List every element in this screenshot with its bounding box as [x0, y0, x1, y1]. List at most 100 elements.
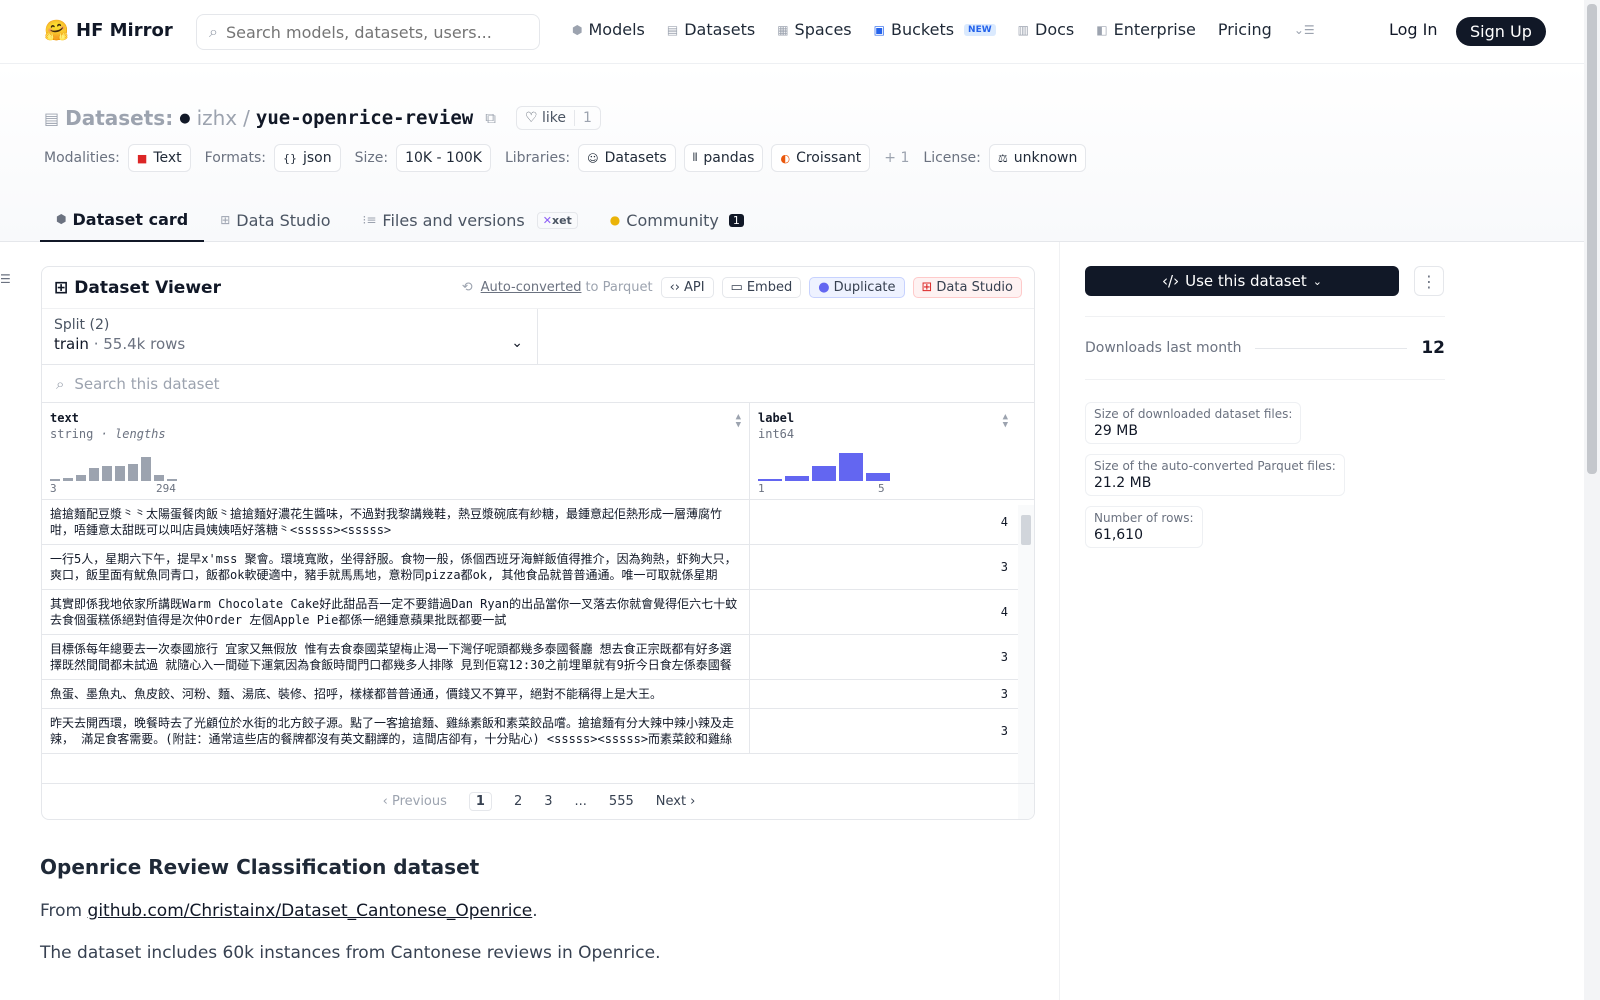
embed-button[interactable]: ▭ Embed — [721, 277, 802, 298]
duplicate-icon: ● — [818, 280, 830, 295]
table-row[interactable]: 魚蛋、墨魚丸、魚皮餃、河粉、麵、湯底、裝修、招呼，樣樣都普普通通，價錢又不算平，… — [42, 680, 1034, 709]
brand[interactable]: 🤗 HF Mirror — [44, 18, 173, 42]
tag-library-pandas[interactable]: ⫴ pandas — [683, 144, 764, 172]
page-3[interactable]: 3 — [544, 794, 552, 809]
split-dot: · — [93, 335, 99, 353]
cell-text[interactable]: 魚蛋、墨魚丸、魚皮餃、河粉、麵、湯底、裝修、招呼，樣樣都普普通通，價錢又不算平，… — [42, 680, 750, 708]
nav-enterprise[interactable]: ◧ Enterprise — [1096, 20, 1196, 39]
histogram-bar — [76, 475, 86, 481]
tag-library-datasets[interactable]: ☺ Datasets — [578, 144, 676, 172]
cell-text[interactable]: 一行5人，星期六下午，提早x'mss 聚會。環境寬敞，坐得舒服。食物一般，係個西… — [42, 545, 750, 589]
api-button[interactable]: ‹› API — [660, 277, 714, 298]
more-libraries[interactable]: + 1 — [884, 150, 909, 166]
cell-label[interactable]: 3 — [750, 680, 1016, 708]
sort-icon[interactable]: ▲ ▼ — [1003, 413, 1008, 430]
more-options-button[interactable]: ⋮ — [1414, 266, 1444, 296]
repo-owner[interactable]: izhx — [197, 106, 238, 130]
tag-format[interactable]: {} json — [274, 144, 341, 172]
auto-converted-link[interactable]: Auto-converted — [481, 280, 582, 295]
search-input[interactable] — [225, 22, 526, 42]
viewer-title-text: Dataset Viewer — [74, 277, 221, 298]
tab-label: Community — [626, 210, 719, 230]
page-scrollbar[interactable] — [1584, 0, 1600, 1000]
tag-size[interactable]: 10K - 100K — [396, 144, 491, 172]
balance-icon: ⚖ — [997, 151, 1008, 165]
column-header-text[interactable]: text string · lengths ▲ ▼ 3 294 — [42, 403, 750, 499]
nav-docs[interactable]: ▥ Docs — [1018, 20, 1075, 39]
table-row[interactable]: 一行5人，星期六下午，提早x'mss 聚會。環境寬敞，坐得舒服。食物一般，係個西… — [42, 545, 1034, 590]
copy-icon[interactable]: ⧉ — [485, 109, 496, 127]
source-link[interactable]: github.com/Christainx/Dataset_Cantonese_… — [88, 901, 533, 921]
nav-datasets[interactable]: ▤ Datasets — [667, 20, 755, 39]
cell-text[interactable]: 搶搶麵配豆漿⺀⺀太陽蛋餐肉飯⺀搶搶麵好濃花生醬味，不過對我黎講幾鞋，熱豆漿碗底有… — [42, 500, 750, 544]
duplicate-button[interactable]: ● Duplicate — [809, 277, 905, 298]
repo-header: ▤ Datasets: ● izhx / yue-openrice-review… — [0, 64, 1600, 242]
tag-modality[interactable]: ■ Text — [127, 144, 191, 172]
pagination: ‹ Previous 1 2 3 ... 555 Next › — [42, 783, 1034, 819]
tab-community[interactable]: ● Community 1 — [594, 198, 760, 242]
previous-label: Previous — [391, 794, 447, 809]
nav-spaces[interactable]: ▦ Spaces — [777, 20, 851, 39]
search-box[interactable]: ⌕ — [196, 14, 540, 50]
cell-label[interactable]: 3 — [750, 635, 1016, 679]
like-button[interactable]: ♡ like 1 — [515, 106, 601, 130]
histogram-bar — [89, 468, 99, 481]
previous-page[interactable]: ‹ Previous — [383, 794, 447, 809]
text-icon: ■ — [136, 151, 148, 165]
next-page[interactable]: Next › — [656, 794, 696, 809]
page-2[interactable]: 2 — [514, 794, 522, 809]
nav-label: Docs — [1035, 20, 1075, 39]
table-scrollbar[interactable] — [1018, 505, 1034, 819]
column-name: label — [758, 411, 795, 425]
page-scrollbar-thumb[interactable] — [1587, 4, 1597, 474]
table-row[interactable]: 昨天去開西環，晚餐時去了光顧位於水街的北方餃子源。點了一客搶搶麵、雞絲素飯和素菜… — [42, 709, 1034, 754]
cell-label[interactable]: 4 — [750, 500, 1016, 544]
column-header-label[interactable]: label int64 ▲ ▼ 1 5 — [750, 403, 1016, 499]
repo-name[interactable]: yue-openrice-review — [256, 107, 473, 129]
libraries-label: Libraries: — [504, 150, 571, 166]
nav-label: Enterprise — [1113, 20, 1196, 39]
page-1[interactable]: 1 — [468, 792, 492, 811]
repo-type-label[interactable]: Datasets: — [65, 106, 173, 130]
tag-label: 10K - 100K — [405, 150, 482, 166]
cell-text-value: 魚蛋、墨魚丸、魚皮餃、河粉、麵、湯底、裝修、招呼，樣樣都普普通通，價錢又不算平，… — [50, 687, 663, 701]
data-studio-button[interactable]: ⊞ Data Studio — [912, 277, 1022, 298]
signup-button[interactable]: Sign Up — [1456, 17, 1546, 46]
table-row[interactable]: 搶搶麵配豆漿⺀⺀太陽蛋餐肉飯⺀搶搶麵好濃花生醬味，不過對我黎講幾鞋，熱豆漿碗底有… — [42, 500, 1034, 545]
tab-dataset-card[interactable]: ⬢ Dataset card — [40, 198, 205, 242]
cell-text-value: 昨天去開西環，晚餐時去了光顧位於水街的北方餃子源。點了一客搶搶麵、雞絲素飯和素菜… — [50, 716, 735, 746]
nav-models[interactable]: ⬢ Models — [572, 20, 645, 39]
dataset-search[interactable]: ⌕ Search this dataset — [42, 365, 1034, 403]
cell-text[interactable]: 目標係每年總要去一次泰國旅行 宜家又無假放 惟有去食泰國菜望梅止渴一下灣仔呢頭都… — [42, 635, 750, 679]
database-icon: ▤ — [666, 22, 679, 37]
histogram-bar — [758, 479, 782, 481]
login-link[interactable]: Log In — [1389, 20, 1438, 39]
tag-library-croissant[interactable]: ◐ Croissant — [771, 144, 871, 172]
table-icon: ⊞ — [54, 277, 69, 298]
nav-pricing[interactable]: Pricing — [1218, 20, 1272, 39]
repo-tabs: ⬢ Dataset card ⊞ Data Studio ⁝≡ Files and v… — [40, 198, 760, 242]
split-selector-row: Split (2) train · 55.4k rows ⌄ — [42, 309, 1034, 365]
tab-data-studio[interactable]: ⊞ Data Studio — [204, 198, 346, 242]
sort-icon[interactable]: ▲ ▼ — [736, 413, 741, 430]
dataset-search-input[interactable]: Search this dataset — [74, 375, 219, 393]
cell-label[interactable]: 4 — [750, 590, 1016, 634]
cell-label[interactable]: 3 — [750, 709, 1016, 753]
card-heading: Openrice Review Classification dataset — [40, 855, 480, 879]
page-last[interactable]: 555 — [609, 794, 634, 809]
cell-text[interactable]: 昨天去開西環，晚餐時去了光顧位於水街的北方餃子源。點了一客搶搶麵、雞絲素飯和素菜… — [42, 709, 750, 753]
table-row[interactable]: 其實即係我地依家所講既Warm Chocolate Cake好此甜品吾一定不要錯… — [42, 590, 1034, 635]
histogram-bar — [115, 466, 125, 481]
scrollbar-thumb[interactable] — [1021, 515, 1031, 545]
sidebar-toggle-icon[interactable]: ☰ — [0, 272, 11, 286]
tab-files[interactable]: ⁝≡ Files and versions ✕xet — [347, 198, 594, 242]
table-row[interactable]: 目標係每年總要去一次泰國旅行 宜家又無假放 惟有去食泰國菜望梅止渴一下灣仔呢頭都… — [42, 635, 1034, 680]
nav-buckets[interactable]: ▣ Buckets NEW — [874, 20, 996, 39]
tag-license[interactable]: ⚖ unknown — [988, 144, 1087, 172]
cell-text[interactable]: 其實即係我地依家所講既Warm Chocolate Cake好此甜品吾一定不要錯… — [42, 590, 750, 634]
embed-icon: ▭ — [730, 280, 743, 295]
use-dataset-button[interactable]: ‹/› Use this dataset ⌄ — [1085, 266, 1399, 296]
split-selector[interactable]: Split (2) train · 55.4k rows ⌄ — [42, 309, 538, 364]
nav-more-menu[interactable]: ⌄☰ — [1294, 23, 1315, 37]
cell-label[interactable]: 3 — [750, 545, 1016, 589]
